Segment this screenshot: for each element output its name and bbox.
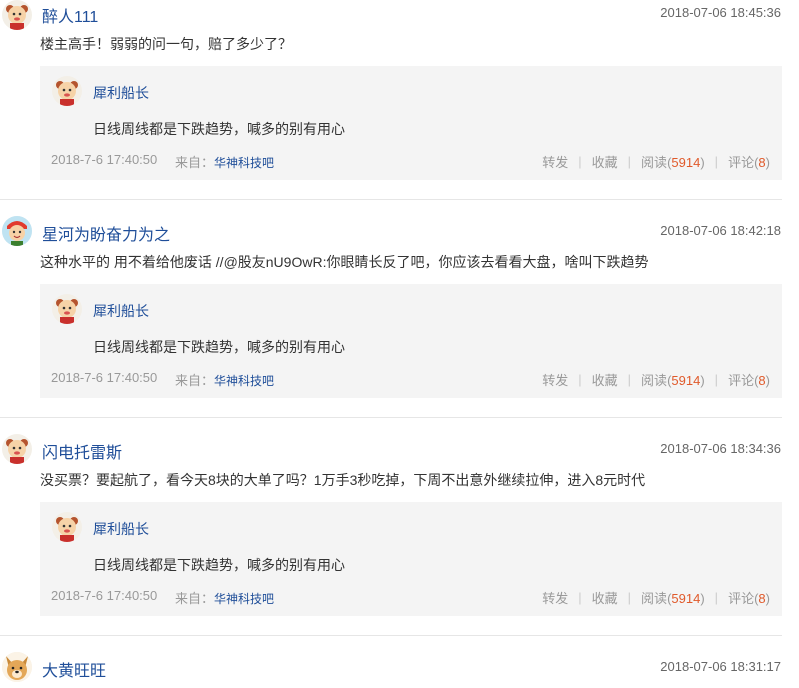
cartoon-avatar-icon	[56, 81, 78, 106]
comment-username[interactable]: 大黄旺旺	[42, 657, 106, 681]
quoted-actions: 转发 | 收藏 | 阅读(5914) | 评论(8)	[542, 588, 770, 607]
comment-button[interactable]: 评论(8)	[728, 152, 770, 171]
comment-divider	[0, 199, 782, 200]
source-link[interactable]: 华神科技吧	[214, 156, 274, 170]
comment-button[interactable]: 评论(8)	[728, 588, 770, 607]
comment-item: 星河为盼奋力为之 2018-07-06 18:42:18 这种水平的 用不着给他…	[0, 216, 792, 416]
comment-number: 8	[758, 155, 766, 170]
user-avatar[interactable]	[2, 652, 32, 682]
read-number: 5914	[671, 155, 701, 170]
quoted-text: 日线周线都是下跌趋势，喊多的别有用心	[93, 121, 345, 137]
cartoon-avatar-icon	[6, 5, 28, 30]
comment-divider	[0, 417, 782, 418]
read-number: 5914	[671, 373, 701, 388]
favorite-button[interactable]: 收藏	[592, 370, 618, 389]
comment-number: 8	[758, 373, 766, 388]
comment-username[interactable]: 星河为盼奋力为之	[42, 221, 170, 245]
source-label: 来自：	[175, 373, 215, 388]
favorite-button[interactable]: 收藏	[592, 588, 618, 607]
quoted-date: 2018-7-6 17:40:50	[51, 588, 158, 603]
quoted-actions: 转发 | 收藏 | 阅读(5914) | 评论(8)	[542, 152, 770, 171]
comment-text: 楼主高手！弱弱的问一句，赔了多少了？	[40, 36, 292, 52]
user-mention[interactable]: @股友nU9OwR	[224, 254, 323, 270]
comment-username[interactable]: 醉人111	[42, 3, 98, 27]
comment-username[interactable]: 闪电托雷斯	[42, 439, 122, 463]
action-divider: |	[578, 154, 582, 169]
quoted-source: 来自：华神科技吧	[175, 370, 274, 389]
cartoon-avatar-icon	[6, 439, 28, 464]
quoted-author-name[interactable]: 犀利船长	[93, 83, 149, 103]
comment-time: 2018-07-06 18:45:36	[660, 5, 781, 20]
quoted-text: 日线周线都是下跌趋势，喊多的别有用心	[93, 557, 345, 573]
comment-text: 没买票？要起航了，看今天8块的大单了吗？1万手3秒吃掉，下周不出意外继续拉伸，进…	[40, 472, 646, 488]
read-label: 阅读	[641, 155, 668, 170]
quoted-actions: 转发 | 收藏 | 阅读(5914) | 评论(8)	[542, 370, 770, 389]
quoted-author-name[interactable]: 犀利船长	[93, 519, 149, 539]
read-label: 阅读	[641, 591, 668, 606]
quoted-post: 犀利船长 日线周线都是下跌趋势，喊多的别有用心 2018-7-6 17:40:5…	[40, 502, 782, 616]
action-divider: |	[578, 590, 582, 605]
source-label: 来自：	[175, 155, 215, 170]
quoted-source: 来自：华神科技吧	[175, 588, 274, 607]
dog-avatar-icon	[2, 652, 32, 682]
comment-text-prefix: 这种水平的 用不着给他废话 //	[40, 254, 224, 270]
read-count: 阅读(5914)	[641, 155, 705, 170]
comment-button[interactable]: 评论(8)	[728, 370, 770, 389]
cartoon-avatar-icon	[56, 517, 78, 542]
quoted-text: 日线周线都是下跌趋势，喊多的别有用心	[93, 339, 345, 355]
comment-label: 评论	[728, 373, 755, 388]
comment-divider	[0, 635, 782, 636]
source-label: 来自：	[175, 591, 215, 606]
kid-avatar-icon	[2, 216, 32, 246]
read-number: 5914	[671, 591, 701, 606]
comment-item: 醉人111 2018-07-06 18:45:36 楼主高手！弱弱的问一句，赔了…	[0, 0, 792, 200]
action-divider: |	[714, 372, 719, 387]
source-link[interactable]: 华神科技吧	[214, 374, 274, 388]
repost-button[interactable]: 转发	[542, 370, 568, 389]
action-divider: |	[714, 154, 719, 169]
comment-item: 大黄旺旺 2018-07-06 18:31:17	[0, 652, 792, 688]
quoted-post: 犀利船长 日线周线都是下跌趋势，喊多的别有用心 2018-7-6 17:40:5…	[40, 284, 782, 398]
quoted-source: 来自：华神科技吧	[175, 152, 274, 171]
quoted-post: 犀利船长 日线周线都是下跌趋势，喊多的别有用心 2018-7-6 17:40:5…	[40, 66, 782, 180]
action-divider: |	[627, 590, 632, 605]
user-avatar[interactable]	[2, 434, 32, 464]
comment-number: 8	[758, 591, 766, 606]
comment-label: 评论	[728, 155, 755, 170]
quoted-date: 2018-7-6 17:40:50	[51, 370, 158, 385]
user-avatar[interactable]	[2, 0, 32, 30]
comment-text-suffix: :你眼睛长反了吧，你应该去看看大盘，啥叫下跌趋势	[322, 254, 649, 270]
source-link[interactable]: 华神科技吧	[214, 592, 274, 606]
comment-item: 闪电托雷斯 2018-07-06 18:34:36 没买票？要起航了，看今天8块…	[0, 434, 792, 634]
comment-time: 2018-07-06 18:42:18	[660, 223, 781, 238]
repost-button[interactable]: 转发	[542, 152, 568, 171]
quoted-author-avatar[interactable]	[52, 294, 82, 324]
repost-button[interactable]: 转发	[542, 588, 568, 607]
read-label: 阅读	[641, 373, 668, 388]
action-divider: |	[714, 590, 719, 605]
quoted-author-avatar[interactable]	[52, 76, 82, 106]
comment-time: 2018-07-06 18:34:36	[660, 441, 781, 456]
cartoon-avatar-icon	[56, 299, 78, 324]
favorite-button[interactable]: 收藏	[592, 152, 618, 171]
quoted-author-avatar[interactable]	[52, 512, 82, 542]
comment-time: 2018-07-06 18:31:17	[660, 659, 781, 674]
action-divider: |	[627, 154, 632, 169]
comment-label: 评论	[728, 591, 755, 606]
quoted-date: 2018-7-6 17:40:50	[51, 152, 158, 167]
read-count: 阅读(5914)	[641, 373, 705, 388]
user-avatar[interactable]	[2, 216, 32, 246]
action-divider: |	[578, 372, 582, 387]
quoted-author-name[interactable]: 犀利船长	[93, 301, 149, 321]
comment-text: 这种水平的 用不着给他废话 //@股友nU9OwR:你眼睛长反了吧，你应该去看看…	[40, 252, 648, 272]
read-count: 阅读(5914)	[641, 591, 705, 606]
action-divider: |	[627, 372, 632, 387]
